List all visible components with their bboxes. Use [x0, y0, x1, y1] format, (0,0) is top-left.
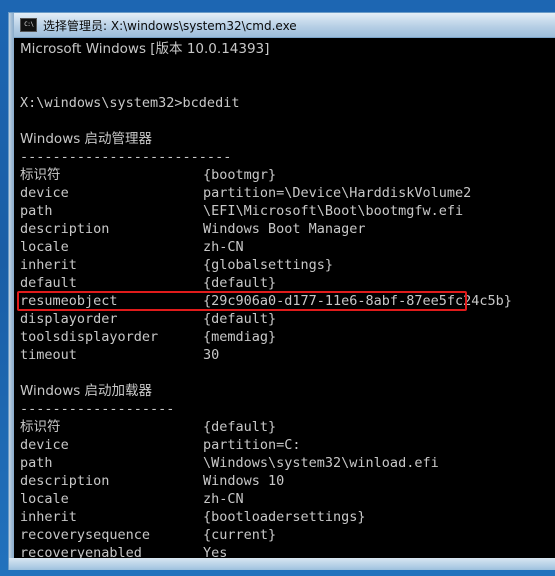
bcd-entry-row: 标识符 {bootmgr} [20, 166, 555, 184]
bcd-entry-row: recoverysequence {current} [20, 526, 555, 544]
bcd-entry-value: {default} [203, 419, 277, 435]
bcd-entry-row: locale zh-CN [20, 238, 555, 256]
bcd-entry-value: Yes [203, 545, 228, 558]
bcd-entry-row: timeout 30 [20, 346, 555, 364]
bcd-entry-row: default {default} [20, 274, 555, 292]
bcd-entry-key: device [20, 185, 69, 201]
section-heading-0: Windows 启动管理器 [20, 131, 153, 147]
bcd-entry-value: {globalsettings} [203, 257, 334, 273]
bcd-entry-key: locale [20, 491, 69, 507]
bcd-entry-value: partition=\Device\HarddiskVolume2 [203, 185, 472, 201]
bcd-entry-key: path [20, 203, 53, 219]
bcd-entry-key: default [20, 275, 77, 291]
bcd-entry-key: toolsdisplayorder [20, 329, 159, 345]
bcd-entry-value: \Windows\system32\winload.efi [203, 455, 439, 471]
window-frame-bottom [9, 558, 555, 570]
bcd-entry-row: device partition=C: [20, 436, 555, 454]
bcd-entry-row: 标识符 {default} [20, 418, 555, 436]
section-rule-1: ------------------- [20, 401, 175, 417]
window-title-bar[interactable]: C:\ 选择管理员: X:\windows\system32\cmd.exe [14, 13, 555, 38]
bcd-entry-row: description Windows 10 [20, 472, 555, 490]
console-banner: Microsoft Windows [版本 10.0.14393] [20, 41, 270, 57]
bcd-entry-value: 30 [203, 347, 220, 363]
bcd-entry-row: path \Windows\system32\winload.efi [20, 454, 555, 472]
bcd-entry-key: description [20, 221, 110, 237]
bcd-entry-key: recoveryenabled [20, 545, 142, 558]
bcd-entry-key: inherit [20, 257, 77, 273]
bcd-entry-value: Windows Boot Manager [203, 221, 366, 237]
bcd-entry-row: inherit {bootloadersettings} [20, 508, 555, 526]
console-client-area[interactable]: Microsoft Windows [版本 10.0.14393] X:\wind… [14, 38, 555, 558]
bcd-entry-row: displayorder {default} [20, 310, 555, 328]
section-rule-0: -------------------------- [20, 149, 232, 165]
bcd-entry-value: partition=C: [203, 437, 301, 453]
bcd-entry-key: resumeobject [20, 293, 118, 309]
bcd-entry-value: {29c906a0-d177-11e6-8abf-87ee5fc24c5b} [203, 293, 512, 309]
bcd-entry-key: device [20, 437, 69, 453]
bcd-entry-row: locale zh-CN [20, 490, 555, 508]
bcd-entry-row: toolsdisplayorder {memdiag} [20, 328, 555, 346]
bcd-entry-key: 标识符 [20, 419, 61, 435]
cmd-exe-icon[interactable]: C:\ [20, 18, 37, 32]
bcd-entry-value: zh-CN [203, 491, 244, 507]
bcd-entry-value: Windows 10 [203, 473, 285, 489]
bcd-entry-value: {default} [203, 311, 277, 327]
bcd-entry-row: path \EFI\Microsoft\Boot\bootmgfw.efi [20, 202, 555, 220]
bcd-entry-key: description [20, 473, 110, 489]
bcd-entry-value: {bootmgr} [203, 167, 277, 183]
window-title-text: 选择管理员: X:\windows\system32\cmd.exe [43, 18, 297, 33]
bcd-entry-key: inherit [20, 509, 77, 525]
console-prompt-line: X:\windows\system32>bcdedit [20, 95, 240, 111]
console-output: Microsoft Windows [版本 10.0.14393] X:\wind… [14, 38, 555, 558]
bcd-entry-row: description Windows Boot Manager [20, 220, 555, 238]
bcd-entry-key: locale [20, 239, 69, 255]
bcd-entry-value: {memdiag} [203, 329, 277, 345]
bcd-entry-value: \EFI\Microsoft\Boot\bootmgfw.efi [203, 203, 464, 219]
bcd-entry-value: {default} [203, 275, 277, 291]
bcd-entry-row: recoveryenabled Yes [20, 544, 555, 558]
bcd-entry-key: displayorder [20, 311, 118, 327]
cmd-icon-label: C:\ [23, 21, 34, 28]
bcd-entry-row: device partition=\Device\HarddiskVolume2 [20, 184, 555, 202]
bcd-entry-key: path [20, 455, 53, 471]
bcd-entry-value: {bootloadersettings} [203, 509, 366, 525]
bcd-entry-key: 标识符 [20, 167, 61, 183]
bcd-entry-row: inherit {globalsettings} [20, 256, 555, 274]
console-window[interactable]: C:\ 选择管理员: X:\windows\system32\cmd.exe M… [8, 12, 555, 570]
bcd-entry-value: zh-CN [203, 239, 244, 255]
section-heading-1: Windows 启动加载器 [20, 383, 153, 399]
bcd-entry-value: {current} [203, 527, 277, 543]
bcd-entry-key: timeout [20, 347, 77, 363]
bcd-entry-row: resumeobject {29c906a0-d177-11e6-8abf-87e… [20, 292, 555, 310]
bcd-entry-key: recoverysequence [20, 527, 151, 543]
